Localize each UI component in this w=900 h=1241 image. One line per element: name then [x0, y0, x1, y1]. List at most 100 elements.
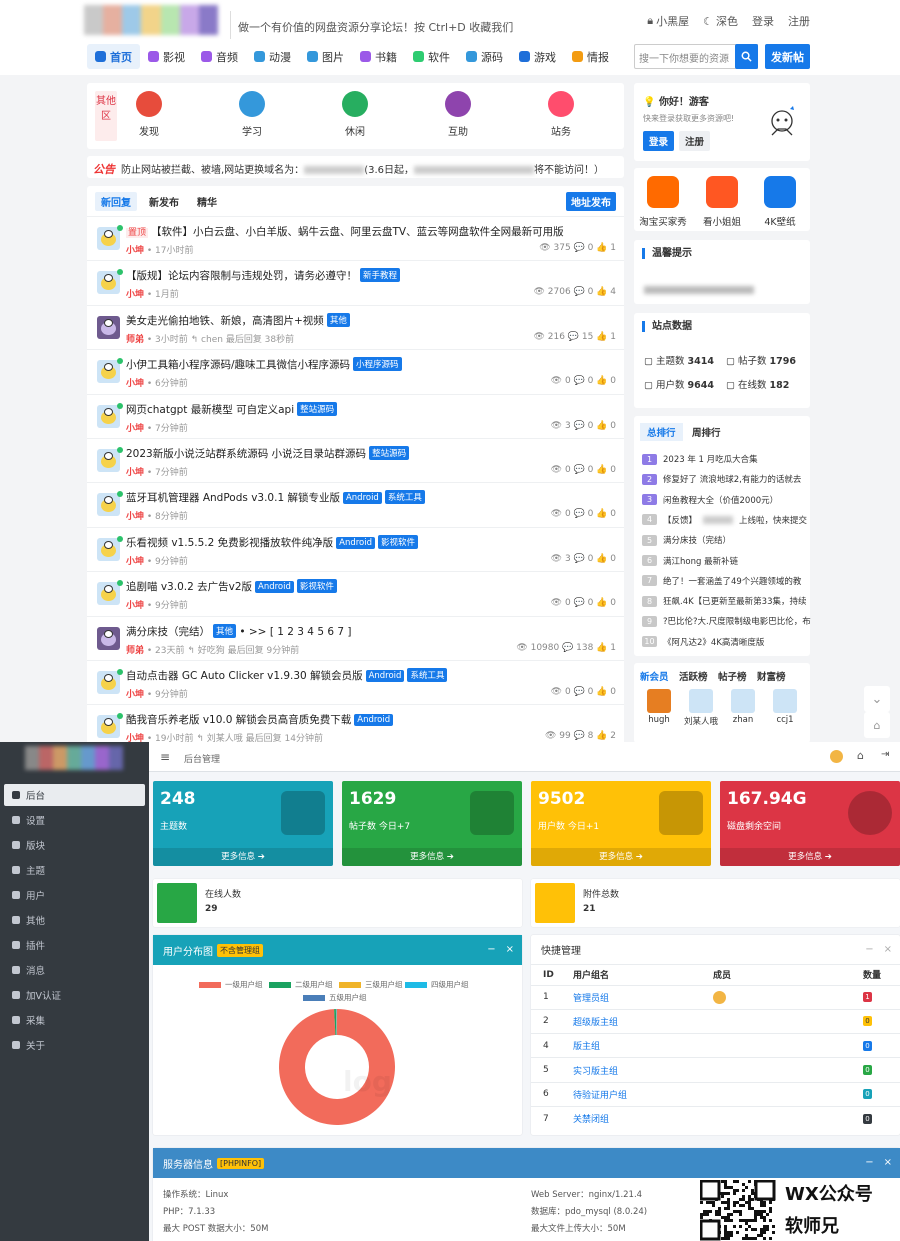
thread-title[interactable]: 置顶 【软件】小白云盘、小白羊版、蜗牛云盘、阿里云盘TV、蓝云等网盘软件全网最新可…	[126, 224, 564, 239]
rank-item[interactable]: 6 满江hong 最新补链	[642, 555, 738, 567]
quick-item-1[interactable]: 学习	[222, 91, 282, 138]
member-item[interactable]: zhan	[723, 689, 763, 725]
thread-title[interactable]: 酷我音乐养老版 v10.0 解锁会员高音质免费下载 Android	[126, 712, 394, 727]
dark-mode-toggle[interactable]: ☾ 深色	[703, 13, 738, 29]
avatar[interactable]	[97, 271, 120, 295]
category-badge[interactable]: Android	[354, 714, 394, 727]
thread-row[interactable]: 自动点击器 GC Auto Clicker v1.9.30 解锁会员版 Andro…	[87, 660, 624, 704]
category-badge[interactable]: 整站源码	[297, 401, 338, 416]
quick-item-3[interactable]: 互助	[428, 91, 488, 138]
collapse-icon[interactable]: −	[487, 944, 495, 955]
app-icon-2[interactable]	[764, 176, 796, 208]
legend-item[interactable]: 二级用户组	[269, 979, 333, 990]
admin-menu-item-0[interactable]: 后台	[4, 784, 145, 806]
avatar[interactable]	[97, 537, 120, 561]
tab-new-reply[interactable]: 新回复	[95, 192, 137, 211]
member-item[interactable]: ccj1	[765, 689, 805, 725]
legend-item[interactable]: 一级用户组	[199, 979, 263, 990]
avatar[interactable]	[97, 715, 120, 739]
author-name[interactable]: 小坤	[126, 379, 144, 389]
thread-title[interactable]: 【版规】论坛内容限制与违规处罚，请务必遵守！ 新手教程	[126, 268, 401, 283]
avatar[interactable]	[97, 227, 120, 250]
thread-title[interactable]: 满分床技（完结） 其他 • >> [ 1 2 3 4 5 6 7 ]	[126, 623, 351, 639]
group-link[interactable]: 超级版主组	[561, 1008, 701, 1034]
member-item[interactable]: 刘某人哦	[681, 689, 721, 727]
nav-item-3[interactable]: 动漫	[246, 44, 299, 69]
admin-menu-item-4[interactable]: 用户	[4, 884, 145, 906]
group-link[interactable]: 管理员组	[561, 984, 701, 1010]
thread-row[interactable]: 酷我音乐养老版 v10.0 解锁会员高音质免费下载 Android 小坤 • 19小…	[87, 704, 624, 742]
member-tab-0[interactable]: 新会员	[640, 669, 669, 683]
admin-menu-item-7[interactable]: 消息	[4, 959, 145, 981]
author-name[interactable]: 师弟	[126, 646, 144, 656]
logout-icon[interactable]: ⇥	[881, 749, 889, 760]
avatar[interactable]	[97, 360, 120, 384]
thread-title[interactable]: 自动点击器 GC Auto Clicker v1.9.30 解锁会员版 Andro…	[126, 668, 448, 683]
author-name[interactable]: 小坤	[126, 512, 144, 522]
admin-menu-item-3[interactable]: 主题	[4, 859, 145, 881]
category-badge[interactable]: 系统工具	[384, 490, 425, 505]
address-button[interactable]: 地址发布	[566, 192, 616, 211]
legend-item[interactable]: 四级用户组	[405, 979, 469, 990]
author-name[interactable]: 小坤	[126, 290, 144, 300]
member-tab-3[interactable]: 财富榜	[757, 669, 786, 683]
nav-item-7[interactable]: 源码	[458, 44, 511, 69]
avatar[interactable]	[713, 990, 726, 1004]
author-name[interactable]: 小坤	[126, 246, 144, 256]
app-icon-1[interactable]	[706, 176, 738, 208]
nav-item-2[interactable]: 音频	[193, 44, 246, 69]
admin-menu-item-5[interactable]: 其他	[4, 909, 145, 931]
sidebar-login-button[interactable]: 登录	[643, 131, 675, 151]
admin-menu-item-8[interactable]: 加V认证	[4, 984, 145, 1006]
rank-item[interactable]: 8 狂飙.4K【已更新至最新第33集，持续	[642, 595, 807, 607]
register-link[interactable]: 注册	[788, 13, 810, 29]
nav-item-0[interactable]: 首页	[87, 44, 140, 69]
tab-total-rank[interactable]: 总排行	[640, 423, 683, 441]
avatar[interactable]	[97, 449, 120, 472]
site-logo[interactable]	[84, 5, 218, 35]
app-label[interactable]: 4K壁纸	[750, 214, 810, 228]
thread-row[interactable]: 美女走光偷拍地铁、新娘，高清图片+视频 其他 师弟 • 3小时前 ↰ chen 最后…	[87, 304, 624, 349]
avatar[interactable]	[97, 626, 120, 650]
more-info-link[interactable]: 更多信息 ➔	[153, 848, 333, 866]
tab-featured[interactable]: 精华	[191, 192, 223, 211]
author-name[interactable]: 小坤	[126, 424, 144, 434]
close-icon[interactable]: ×	[884, 1157, 892, 1168]
author-name[interactable]: 小坤	[126, 468, 144, 478]
home-icon[interactable]: ⌂	[857, 749, 864, 762]
member-item[interactable]: hugh	[639, 689, 679, 725]
nav-item-6[interactable]: 软件	[405, 44, 458, 69]
category-badge[interactable]: 影视软件	[296, 579, 337, 594]
new-post-button[interactable]: 发新帖	[765, 44, 810, 69]
rank-item[interactable]: 5 满分床技（完结）	[642, 534, 731, 546]
nav-item-9[interactable]: 情报	[564, 44, 617, 69]
admin-menu-item-2[interactable]: 版块	[4, 834, 145, 856]
search-button[interactable]	[735, 44, 758, 69]
app-icon-0[interactable]	[647, 176, 679, 208]
category-badge[interactable]: 其他	[326, 312, 350, 327]
author-name[interactable]: 小坤	[126, 690, 144, 700]
rank-item[interactable]: 4 【反馈】 上线啦，快来提交	[642, 514, 807, 526]
phpinfo-link[interactable]: [PHPINFO]	[217, 1157, 265, 1169]
sidebar-register-button[interactable]: 注册	[679, 131, 711, 151]
category-badge[interactable]: 其他	[213, 623, 237, 638]
avatar[interactable]	[97, 671, 120, 694]
thread-row[interactable]: 网页chatgpt 最新模型 可自定义api 整站源码 小坤 • 7分钟前 👁 3 💬…	[87, 393, 624, 438]
thread-row[interactable]: 【版规】论坛内容限制与违规处罚，请务必遵守！ 新手教程 小坤 • 1月前 👁 2706…	[87, 260, 624, 304]
tab-week-rank[interactable]: 周排行	[692, 425, 721, 439]
thread-title[interactable]: 网页chatgpt 最新模型 可自定义api 整站源码	[126, 401, 338, 417]
collapse-icon[interactable]: −	[865, 1157, 873, 1168]
admin-menu-item-1[interactable]: 设置	[4, 809, 145, 831]
thread-row[interactable]: 2023新版小说泛站群系统源码 小说泛目录站群源码 整站源码 小坤 • 7分钟前 👁 …	[87, 438, 624, 482]
category-badge[interactable]: 整站源码	[369, 446, 410, 460]
thread-row[interactable]: 置顶 【软件】小白云盘、小白羊版、蜗牛云盘、阿里云盘TV、蓝云等网盘软件全网最新可…	[87, 216, 624, 260]
member-tab-2[interactable]: 帖子榜	[718, 669, 747, 683]
rank-item[interactable]: 9 ?巴比伦?大.尺度限制级电影巴比伦，布	[642, 615, 811, 627]
admin-menu-item-9[interactable]: 采集	[4, 1009, 145, 1031]
rank-item[interactable]: 1 2023 年 1 月吃瓜大合集	[642, 453, 758, 465]
rank-item[interactable]: 3 闲鱼教程大全（价值2000元）	[642, 494, 778, 506]
category-badge[interactable]: Android	[342, 492, 382, 505]
thread-title[interactable]: 追剧喵 v3.0.2 去广告v2版 Android 影视软件	[126, 579, 337, 594]
thread-row[interactable]: 小伊工具箱小程序源码/趣味工具微信小程序源码 小程序源码 小坤 • 6分钟前 👁 0 …	[87, 349, 624, 393]
category-badge[interactable]: 新手教程	[360, 268, 401, 283]
